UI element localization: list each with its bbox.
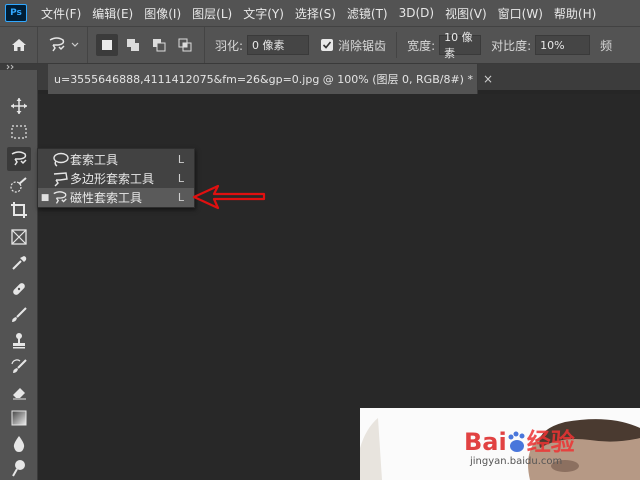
contrast-input[interactable]: 10% [535, 35, 591, 55]
eyedropper-tool[interactable] [7, 251, 31, 275]
chevron-down-icon [71, 42, 78, 47]
shortcut-key: L [177, 153, 184, 166]
history-brush-tool[interactable] [7, 355, 31, 379]
magnetic-lasso-icon [50, 189, 70, 207]
frequency-label: 频 [600, 38, 613, 53]
document-tab[interactable]: u=3555646888,4111412075&fm=26&gp=0.jpg @… [48, 64, 493, 94]
feather-label: 羽化: [215, 38, 244, 53]
flyout-item-polygonal-lasso[interactable]: 多边形套索工具 L [38, 169, 194, 188]
width-label: 宽度: [407, 38, 436, 53]
subtract-selection-icon [153, 39, 166, 52]
history-brush-icon [11, 359, 27, 373]
crop-tool[interactable] [7, 198, 31, 222]
close-tab-button[interactable]: × [483, 72, 493, 86]
gradient-tool[interactable] [7, 406, 31, 430]
menu-file[interactable]: 文件(F) [41, 5, 81, 22]
bandage-icon [13, 283, 25, 295]
shortcut-key: L [177, 172, 184, 185]
home-button[interactable] [0, 27, 38, 63]
flyout-item-lasso[interactable]: 套索工具 L [38, 150, 194, 169]
stamp-icon [13, 333, 25, 349]
add-to-selection-button[interactable] [122, 34, 144, 56]
crop-icon [11, 202, 27, 218]
flyout-item-label: 套索工具 [70, 153, 119, 167]
magnetic-lasso-icon [49, 37, 65, 52]
width-input[interactable]: 10 像素 [439, 31, 482, 60]
blur-tool[interactable] [7, 432, 31, 456]
document-tab-title: u=3555646888,4111412075&fm=26&gp=0.jpg @… [54, 73, 473, 86]
frame-icon [11, 229, 27, 245]
checkmark-icon [322, 41, 332, 49]
menu-filter[interactable]: 滤镜(T) [347, 5, 388, 22]
tools-panel [0, 70, 38, 480]
healing-brush-tool[interactable] [7, 277, 31, 301]
rectangular-marquee-icon [11, 125, 27, 139]
new-selection-icon [102, 40, 112, 50]
lasso-tool[interactable] [7, 147, 31, 171]
eraser-tool[interactable] [7, 380, 31, 404]
brush-icon [12, 307, 27, 322]
baidu-watermark: Bai 经验 jingyan.baidu.com [464, 418, 640, 474]
baidu-url: jingyan.baidu.com [470, 456, 563, 467]
shortcut-key: L [177, 191, 184, 204]
move-icon [11, 98, 27, 114]
paw-icon [508, 431, 525, 452]
antialias-checkbox[interactable] [321, 39, 334, 51]
menu-window[interactable]: 窗口(W) [498, 5, 543, 22]
divider [396, 32, 398, 58]
menu-bar: Ps 文件(F) 编辑(E) 图像(I) 图层(L) 文字(Y) 选择(S) 滤… [0, 0, 640, 26]
flyout-item-label: 多边形套索工具 [70, 172, 155, 186]
tool-preset-picker[interactable] [38, 27, 88, 63]
magnetic-lasso-icon [11, 151, 27, 166]
menu-select[interactable]: 选择(S) [295, 5, 336, 22]
quick-selection-tool[interactable] [7, 173, 31, 197]
antialias-label: 消除锯齿 [338, 38, 387, 53]
eyedropper-icon [12, 256, 27, 270]
polygonal-lasso-icon [50, 170, 70, 188]
menu-type[interactable]: 文字(Y) [243, 5, 284, 22]
eraser-icon [13, 388, 26, 400]
dodge-tool[interactable] [7, 456, 31, 480]
water-drop-icon [13, 436, 25, 452]
baidu-brand-right: 经验 [526, 428, 575, 456]
menu-edit[interactable]: 编辑(E) [92, 5, 133, 22]
selection-mode-group [88, 27, 205, 63]
marquee-tool[interactable] [7, 120, 31, 144]
brush-tool[interactable] [7, 303, 31, 327]
photoshop-logo[interactable]: Ps [5, 4, 27, 22]
intersect-selection-button[interactable] [174, 34, 196, 56]
menu-view[interactable]: 视图(V) [445, 5, 487, 22]
add-selection-icon [127, 39, 139, 51]
intersect-selection-icon [178, 38, 192, 52]
menu-3d[interactable]: 3D(D) [399, 6, 434, 20]
selected-marker: ■ [40, 192, 50, 203]
contrast-label: 对比度: [491, 38, 532, 53]
flyout-item-label: 磁性套索工具 [70, 191, 143, 205]
menu-layer[interactable]: 图层(L) [192, 5, 232, 22]
move-tool[interactable] [7, 94, 31, 118]
options-bar: 羽化: 0 像素 消除锯齿 宽度: 10 像素 对比度: 10% 频 [0, 26, 640, 64]
red-arrow-annotation [192, 184, 266, 210]
baidu-brand-left: Bai [464, 428, 507, 456]
dodge-icon [12, 460, 25, 477]
quick-selection-icon [10, 177, 27, 193]
home-icon [11, 39, 26, 51]
lasso-icon [50, 151, 70, 169]
new-selection-button[interactable] [96, 34, 118, 56]
baidu-logo-text: Bai 经验 [464, 422, 575, 457]
gradient-icon [11, 410, 27, 426]
menu-image[interactable]: 图像(I) [144, 5, 181, 22]
clone-stamp-tool[interactable] [7, 329, 31, 353]
flyout-item-magnetic-lasso[interactable]: ■ 磁性套索工具 L [38, 188, 194, 207]
frame-tool[interactable] [7, 225, 31, 249]
subtract-from-selection-button[interactable] [148, 34, 170, 56]
lasso-tool-flyout: 套索工具 L 多边形套索工具 L ■ 磁性套索工具 L [37, 148, 195, 208]
menu-help[interactable]: 帮助(H) [554, 5, 596, 22]
feather-input[interactable]: 0 像素 [247, 35, 310, 55]
